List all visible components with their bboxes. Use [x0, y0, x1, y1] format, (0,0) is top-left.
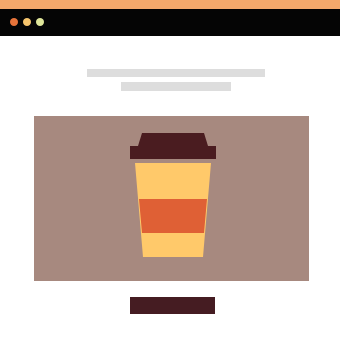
coffee-cup-icon: [130, 133, 216, 257]
subheadline-placeholder: [121, 82, 231, 91]
window-titlebar: [0, 9, 340, 36]
top-accent-bar: [0, 0, 340, 9]
hero-image: [34, 116, 309, 281]
primary-action-button[interactable]: [130, 297, 215, 314]
window-close-dot[interactable]: [10, 18, 18, 26]
cup-lid-rim: [130, 146, 216, 159]
window-minimize-dot[interactable]: [23, 18, 31, 26]
headline-placeholder: [87, 69, 265, 77]
cup-sleeve: [139, 199, 207, 233]
cup-lid-top: [138, 133, 208, 146]
window-maximize-dot[interactable]: [36, 18, 44, 26]
